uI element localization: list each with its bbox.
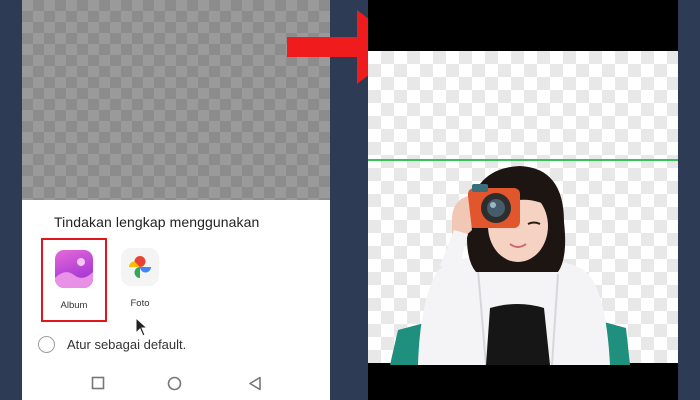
album-app-option[interactable]: Album [41,238,107,322]
app-chooser-sheet: Tindakan lengkap menggunakan Album Foto … [22,200,330,400]
set-default-label: Atur sebagai default. [67,337,187,352]
circle-home-icon[interactable] [167,376,182,391]
album-app-label: Album [60,300,88,311]
foto-app-option[interactable]: Foto [107,238,173,322]
triangle-back-icon[interactable] [248,376,262,391]
right-phone-screen [368,0,678,400]
navigation-bar [22,368,330,400]
set-default-radio[interactable] [38,336,55,353]
foto-app-label: Foto [130,298,150,309]
sheet-title: Tindakan lengkap menggunakan [54,214,260,230]
square-recents-icon[interactable] [91,376,105,390]
cutout-photo-girl-with-camera [390,166,630,365]
transparent-image-preview [22,0,330,200]
set-default-option[interactable]: Atur sebagai default. [38,336,186,353]
mouse-cursor-icon [135,317,149,337]
left-phone-screen: Tindakan lengkap menggunakan Album Foto … [22,0,330,400]
google-photos-pinwheel-icon [121,248,159,286]
album-gallery-icon [55,250,93,288]
